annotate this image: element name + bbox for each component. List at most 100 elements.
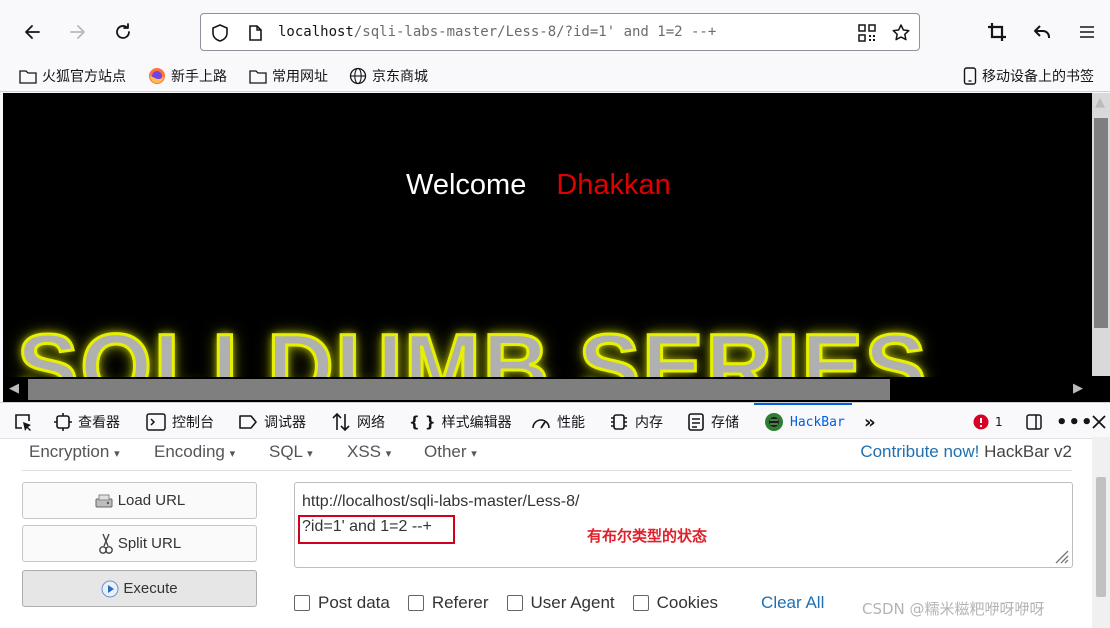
inspector-icon (54, 413, 72, 431)
button-label: Execute (123, 580, 178, 597)
caret-down-icon: ▾ (385, 448, 392, 460)
tab-network[interactable]: 网络 (331, 411, 385, 433)
url-text[interactable]: localhost/sqli-labs-master/Less-8/?id=1'… (278, 24, 716, 40)
option-label: Post data (318, 593, 390, 612)
bookmark-label: 新手上路 (171, 69, 227, 85)
devtools-scrollbar[interactable] (1092, 437, 1110, 628)
element-picker-button[interactable] (13, 411, 33, 433)
undo-icon (1034, 25, 1050, 38)
welcome-name: Dhakkan (556, 169, 671, 201)
menu-xss[interactable]: XSS ▾ (347, 442, 391, 462)
style-editor-icon: { } (409, 413, 436, 431)
shield-icon[interactable] (209, 22, 231, 44)
tab-hackbar[interactable]: HackBar (764, 411, 845, 433)
more-tabs-button[interactable]: » (864, 411, 876, 433)
watermark: CSDN @糯米糍粑咿呀咿呀 (862, 600, 1045, 618)
bookmark-label: 常用网址 (272, 69, 328, 85)
contribute-link[interactable]: Contribute now! HackBar v2 (860, 442, 1072, 462)
option-cookies[interactable]: Cookies (632, 593, 719, 613)
forward-button[interactable] (63, 18, 91, 46)
error-counter[interactable]: 1 (973, 411, 1003, 433)
menu-other[interactable]: Other ▾ (424, 442, 477, 462)
qr-code-icon[interactable] (856, 22, 878, 44)
execute-button[interactable]: Execute (22, 570, 257, 607)
menu-label: SQL (269, 442, 303, 461)
scroll-left-icon[interactable]: ◀ (9, 381, 19, 396)
tab-debugger[interactable]: 调试器 (238, 411, 306, 433)
reload-button[interactable] (109, 18, 137, 46)
split-url-button[interactable]: Split URL (22, 525, 257, 562)
bookmark-item[interactable]: 新手上路 (148, 65, 227, 87)
bookmark-item[interactable]: 火狐官方站点 (19, 65, 126, 87)
menu-encoding[interactable]: Encoding ▾ (154, 442, 235, 462)
bookmark-star-icon[interactable] (890, 22, 912, 44)
load-url-button[interactable]: Load URL (22, 482, 257, 519)
hackbar-menubar: Encryption ▾ Encoding ▾ SQL ▾ XSS ▾ Othe… (22, 439, 1072, 471)
close-devtools-button[interactable] (1091, 411, 1107, 433)
tab-label: 性能 (557, 415, 585, 431)
tab-console[interactable]: 控制台 (146, 411, 214, 433)
checkbox[interactable] (294, 595, 310, 611)
mobile-bookmarks[interactable]: 移动设备上的书签 (963, 65, 1094, 87)
back-arrow-icon (25, 25, 40, 39)
scroll-thumb[interactable] (1096, 477, 1106, 597)
hackbar-version: HackBar v2 (984, 442, 1072, 461)
url-path: /sqli-labs-master/Less-8/?id=1' and 1=2 … (353, 24, 717, 40)
memory-icon (611, 414, 627, 430)
checkbox[interactable] (407, 595, 424, 611)
hamburger-icon (1080, 26, 1094, 38)
bookmark-item[interactable]: 京东商城 (349, 65, 428, 87)
back-button[interactable] (19, 18, 47, 46)
scroll-up-icon[interactable]: ▲ (1095, 95, 1105, 110)
option-referer[interactable]: Referer (407, 593, 489, 613)
hackbar-url-textarea[interactable]: http://localhost/sqli-labs-master/Less-8… (294, 482, 1073, 568)
undo-button[interactable] (1028, 18, 1056, 46)
welcome-text: Welcome (406, 169, 527, 201)
tab-storage[interactable]: 存储 (687, 411, 739, 433)
hackbar-options: Post data Referer User Agent Cookies Cle… (294, 590, 824, 616)
option-user-agent[interactable]: User Agent (506, 593, 615, 613)
page-content: Welcome Dhakkan SQLI DUMB SERIES ▲ ◀ ▶ (3, 93, 1110, 402)
bookmarks-toolbar: 火狐官方站点 新手上路 常用网址 京东商城 移动设备上的书签 (0, 60, 1110, 92)
ellipsis-icon: ••• (1056, 411, 1094, 433)
tab-label: 网络 (357, 415, 385, 431)
menu-label: Encryption (29, 442, 110, 461)
tab-performance[interactable]: 性能 (531, 411, 585, 433)
devtools-tabbar: 查看器 控制台 调试器 网络 { } 样式编辑器 性能 内存 存储 HackBa… (0, 403, 1110, 439)
tab-style-editor[interactable]: { } 样式编辑器 (409, 411, 512, 433)
tab-label: 内存 (635, 415, 663, 431)
scroll-right-icon[interactable]: ▶ (1073, 381, 1083, 396)
menu-encryption[interactable]: Encryption ▾ (29, 442, 120, 462)
checkbox[interactable] (506, 595, 523, 611)
checkbox[interactable] (632, 595, 649, 611)
option-label: Cookies (656, 593, 719, 612)
scroll-thumb[interactable] (1094, 118, 1108, 328)
menu-button[interactable] (1073, 18, 1101, 46)
folder-icon (19, 70, 37, 84)
page-vertical-scrollbar[interactable]: ▲ (1092, 93, 1110, 376)
clear-all-link[interactable]: Clear All (761, 593, 824, 613)
hackbar-icon (765, 413, 783, 431)
error-icon (973, 414, 989, 430)
tab-memory[interactable]: 内存 (609, 411, 663, 433)
resize-grip-icon[interactable] (1050, 545, 1070, 565)
mobile-device-icon (963, 67, 977, 85)
picker-icon (15, 414, 31, 431)
page-icon[interactable] (244, 22, 266, 44)
address-bar[interactable]: localhost/sqli-labs-master/Less-8/?id=1'… (200, 13, 920, 51)
error-count: 1 (995, 415, 1003, 429)
mobile-bookmarks-label: 移动设备上的书签 (982, 69, 1094, 85)
page-horizontal-scrollbar[interactable]: ◀ ▶ (3, 377, 1110, 402)
query-highlight-box (298, 515, 455, 544)
button-label: Split URL (117, 535, 182, 552)
navigation-toolbar: localhost/sqli-labs-master/Less-8/?id=1'… (0, 0, 1110, 60)
option-label: User Agent (530, 593, 615, 612)
menu-sql[interactable]: SQL ▾ (269, 442, 313, 462)
tab-inspector[interactable]: 查看器 (54, 411, 120, 433)
dock-button[interactable] (1025, 411, 1043, 433)
scroll-thumb[interactable] (28, 379, 890, 400)
bookmark-item[interactable]: 常用网址 (249, 65, 328, 87)
devtools-options-button[interactable]: ••• (1056, 411, 1094, 433)
screenshot-button[interactable] (983, 18, 1011, 46)
option-post-data[interactable]: Post data (294, 593, 390, 613)
